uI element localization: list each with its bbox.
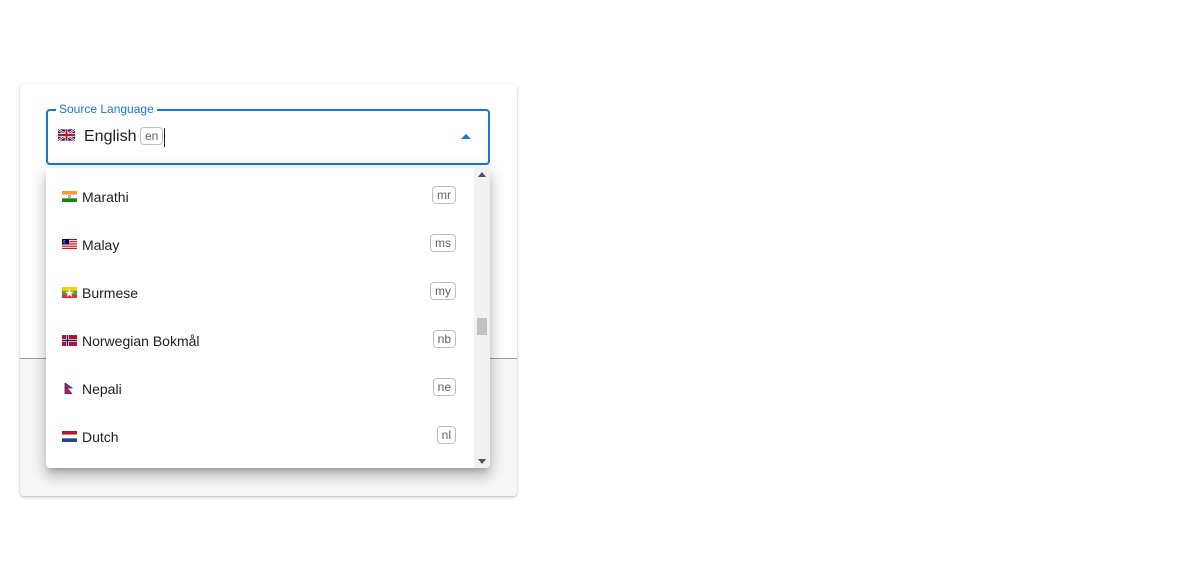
flag-np-icon (64, 383, 74, 394)
option-code-chip: my (430, 282, 456, 300)
option-burmese[interactable]: Burmese my (46, 269, 474, 317)
scroll-up-arrow-icon[interactable] (478, 172, 486, 177)
source-language-value: English (84, 128, 137, 145)
option-norwegian-bokmal[interactable]: Norwegian Bokmål nb (46, 317, 474, 365)
option-code-chip: ne (432, 378, 456, 396)
option-code-chip: ms (430, 234, 456, 252)
flag-no-icon (62, 335, 77, 346)
option-label: Malay (82, 237, 120, 253)
listbox-scrollbar[interactable] (474, 168, 490, 468)
source-language-label: Source Language (56, 102, 157, 116)
option-nepali[interactable]: Nepali ne (46, 365, 474, 413)
option-dutch[interactable]: Dutch nl (46, 413, 474, 461)
option-label: Burmese (82, 285, 139, 301)
flag-my-icon (62, 239, 77, 250)
option-malay[interactable]: Malay ms (46, 221, 474, 269)
option-label: Marathi (82, 189, 129, 205)
option-label: Dutch (82, 429, 119, 445)
flag-mm-icon (62, 287, 77, 298)
option-label: Norwegian Bokmål (82, 333, 200, 349)
source-language-code-chip: en (140, 127, 164, 145)
option-marathi[interactable]: Marathi mr (46, 173, 474, 221)
option-code-chip: nl (436, 426, 456, 444)
option-code-chip: mr (432, 186, 456, 204)
flag-gb-icon (58, 129, 75, 141)
source-language-select[interactable]: Source Language English en (46, 102, 490, 165)
option-label: Nepali (82, 381, 122, 397)
flag-in-icon (62, 191, 77, 202)
text-caret (164, 128, 165, 147)
option-code-chip: nb (432, 330, 456, 348)
flag-nl-icon (62, 431, 77, 442)
dropdown-toggle-icon[interactable] (461, 134, 471, 139)
scrollbar-thumb[interactable] (477, 318, 487, 335)
language-listbox[interactable]: Marathi mr Malay ms Burmese my Norwegian… (46, 168, 490, 468)
scroll-down-arrow-icon[interactable] (478, 459, 486, 464)
